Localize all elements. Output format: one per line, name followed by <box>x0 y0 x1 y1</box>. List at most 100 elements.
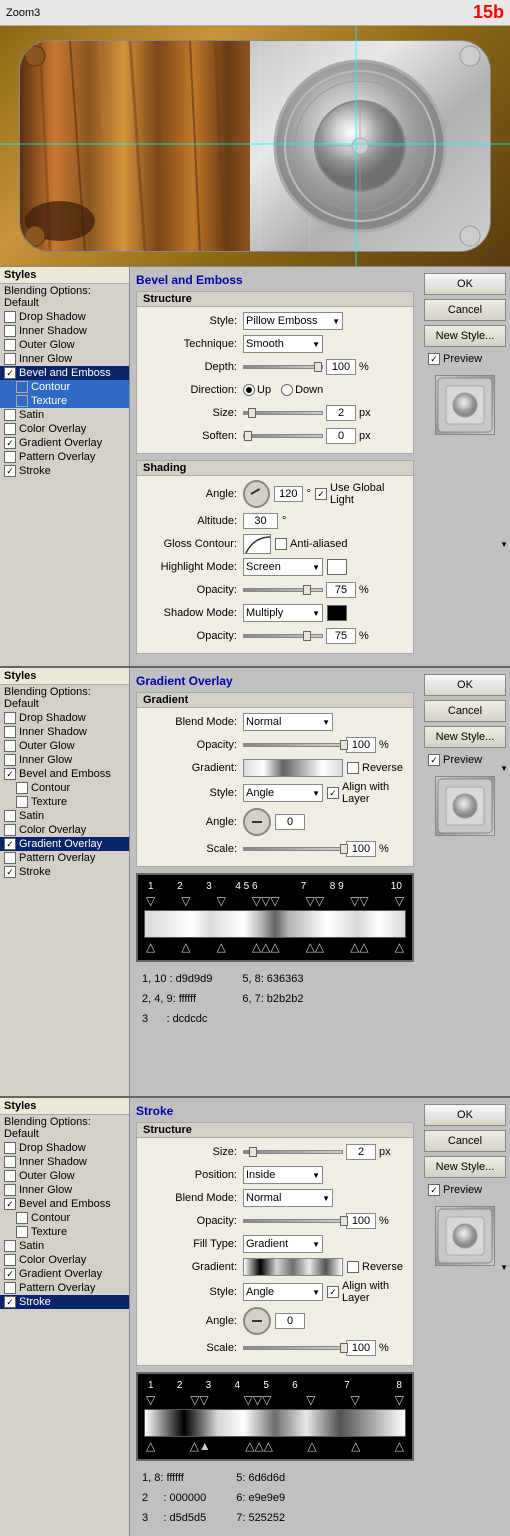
inner-shadow-2[interactable]: Inner Shadow <box>0 725 129 739</box>
depth-value[interactable]: 100 <box>326 359 356 375</box>
scale-value-2[interactable]: 100 <box>346 841 376 857</box>
gradient-overlay-check-1[interactable] <box>4 437 16 449</box>
gradient-overlay-3[interactable]: Gradient Overlay <box>0 1267 129 1281</box>
inner-glow-3[interactable]: Inner Glow <box>0 1183 129 1197</box>
anti-aliased-check[interactable] <box>275 538 287 550</box>
stroke-3[interactable]: Stroke <box>0 1295 129 1309</box>
color-overlay-1[interactable]: Color Overlay <box>0 422 129 436</box>
blending-options-1[interactable]: Blending Options: Default <box>0 284 129 310</box>
blend-mode-dropdown-2[interactable]: Normal ▼ <box>243 713 333 731</box>
altitude-value[interactable]: 30 <box>243 513 278 529</box>
align-layer-check-3[interactable] <box>327 1286 339 1298</box>
direction-down[interactable] <box>281 384 293 396</box>
bevel-emboss-2[interactable]: Bevel and Emboss <box>0 767 129 781</box>
texture-3[interactable]: Texture <box>0 1225 129 1239</box>
stroke-2[interactable]: Stroke <box>0 865 129 879</box>
inner-glow-1[interactable]: Inner Glow <box>0 352 129 366</box>
pattern-overlay-1[interactable]: Pattern Overlay <box>0 450 129 464</box>
fill-type-dropdown-3[interactable]: Gradient ▼ <box>243 1235 323 1253</box>
ok-button-2[interactable]: OK <box>424 674 506 696</box>
bevel-emboss-3[interactable]: Bevel and Emboss <box>0 1197 129 1211</box>
global-light-check[interactable] <box>315 488 327 500</box>
depth-slider[interactable]: 100 % <box>243 359 369 375</box>
cancel-button-3[interactable]: Cancel <box>424 1130 506 1152</box>
opacity-value-2[interactable]: 100 <box>346 737 376 753</box>
opacity-slider-2[interactable]: 100 % <box>243 737 389 753</box>
ok-button-3[interactable]: OK <box>424 1104 506 1126</box>
pattern-overlay-3[interactable]: Pattern Overlay <box>0 1281 129 1295</box>
contour-check-1[interactable] <box>16 381 28 393</box>
gloss-contour-preview[interactable] <box>243 534 271 554</box>
contour-2[interactable]: Contour <box>0 781 129 795</box>
drop-shadow-2[interactable]: Drop Shadow <box>0 711 129 725</box>
shadow-opacity-value[interactable]: 75 <box>326 628 356 644</box>
opacity-value-3[interactable]: 100 <box>346 1213 376 1229</box>
satin-2[interactable]: Satin <box>0 809 129 823</box>
preview-check-1[interactable]: Preview <box>424 351 506 367</box>
color-overlay-2[interactable]: Color Overlay <box>0 823 129 837</box>
color-overlay-3[interactable]: Color Overlay <box>0 1253 129 1267</box>
inner-shadow-check-1[interactable] <box>4 325 16 337</box>
scale-slider-2[interactable]: 100 % <box>243 841 389 857</box>
highlight-opacity-value[interactable]: 75 <box>326 582 356 598</box>
angle-value[interactable]: 120 <box>274 486 303 502</box>
outer-glow-2[interactable]: Outer Glow <box>0 739 129 753</box>
reverse-check-3[interactable] <box>347 1261 359 1273</box>
gradient-preview-3[interactable] <box>243 1258 343 1276</box>
blending-options-3[interactable]: Blending Options: Default <box>0 1115 129 1141</box>
angle-dial[interactable] <box>243 480 270 508</box>
outer-glow-check-1[interactable] <box>4 339 16 351</box>
angle-value-2[interactable]: 0 <box>275 814 305 830</box>
size-value-3[interactable]: 2 <box>346 1144 376 1160</box>
style-dropdown-2[interactable]: Angle ▼ <box>243 784 323 802</box>
shadow-color[interactable] <box>327 605 347 621</box>
pattern-overlay-check-1[interactable] <box>4 451 16 463</box>
shadow-opacity-slider[interactable]: 75 % <box>243 628 369 644</box>
preview-check-2[interactable]: Preview <box>424 752 506 768</box>
size-slider-3[interactable]: 2 px <box>243 1144 391 1160</box>
position-dropdown-3[interactable]: Inside ▼ <box>243 1166 323 1184</box>
bevel-emboss-1[interactable]: Bevel and Emboss <box>0 366 129 380</box>
scale-slider-3[interactable]: 100 % <box>243 1340 389 1356</box>
angle-dial-2[interactable] <box>243 808 271 836</box>
angle-dial-3[interactable] <box>243 1307 271 1335</box>
inner-shadow-1[interactable]: Inner Shadow <box>0 324 129 338</box>
gradient-preview-2[interactable] <box>243 759 343 777</box>
pattern-overlay-2[interactable]: Pattern Overlay <box>0 851 129 865</box>
stroke-check-1[interactable] <box>4 465 16 477</box>
size-value[interactable]: 2 <box>326 405 356 421</box>
new-style-button-2[interactable]: New Style... <box>424 726 506 748</box>
preview-check-3[interactable]: Preview <box>424 1182 506 1198</box>
texture-2[interactable]: Texture <box>0 795 129 809</box>
contour-1[interactable]: Contour <box>0 380 129 394</box>
inner-glow-check-1[interactable] <box>4 353 16 365</box>
drop-shadow-check-1[interactable] <box>4 311 16 323</box>
highlight-opacity-slider[interactable]: 75 % <box>243 582 369 598</box>
satin-3[interactable]: Satin <box>0 1239 129 1253</box>
highlight-color[interactable] <box>327 559 347 575</box>
texture-1[interactable]: Texture <box>0 394 129 408</box>
style-dropdown-3[interactable]: Angle ▼ <box>243 1283 323 1301</box>
drop-shadow-1[interactable]: Drop Shadow <box>0 310 129 324</box>
satin-check-1[interactable] <box>4 409 16 421</box>
outer-glow-1[interactable]: Outer Glow <box>0 338 129 352</box>
highlight-mode-dropdown[interactable]: Screen ▼ <box>243 558 323 576</box>
opacity-slider-3[interactable]: 100 % <box>243 1213 389 1229</box>
cancel-button-1[interactable]: Cancel <box>424 299 506 321</box>
cancel-button-2[interactable]: Cancel <box>424 700 506 722</box>
technique-dropdown[interactable]: Smooth ▼ <box>243 335 323 353</box>
blending-options-2[interactable]: Blending Options: Default <box>0 685 129 711</box>
new-style-button-1[interactable]: New Style... <box>424 325 506 347</box>
angle-value-3[interactable]: 0 <box>275 1313 305 1329</box>
color-overlay-check-1[interactable] <box>4 423 16 435</box>
gradient-overlay-1[interactable]: Gradient Overlay <box>0 436 129 450</box>
ok-button-1[interactable]: OK <box>424 273 506 295</box>
stroke-1[interactable]: Stroke <box>0 464 129 478</box>
blend-mode-dropdown-3[interactable]: Normal ▼ <box>243 1189 333 1207</box>
satin-1[interactable]: Satin <box>0 408 129 422</box>
contour-3[interactable]: Contour <box>0 1211 129 1225</box>
shadow-mode-dropdown[interactable]: Multiply ▼ <box>243 604 323 622</box>
align-layer-check-2[interactable] <box>327 787 339 799</box>
bevel-emboss-check-1[interactable] <box>4 367 16 379</box>
reverse-check-2[interactable] <box>347 762 359 774</box>
